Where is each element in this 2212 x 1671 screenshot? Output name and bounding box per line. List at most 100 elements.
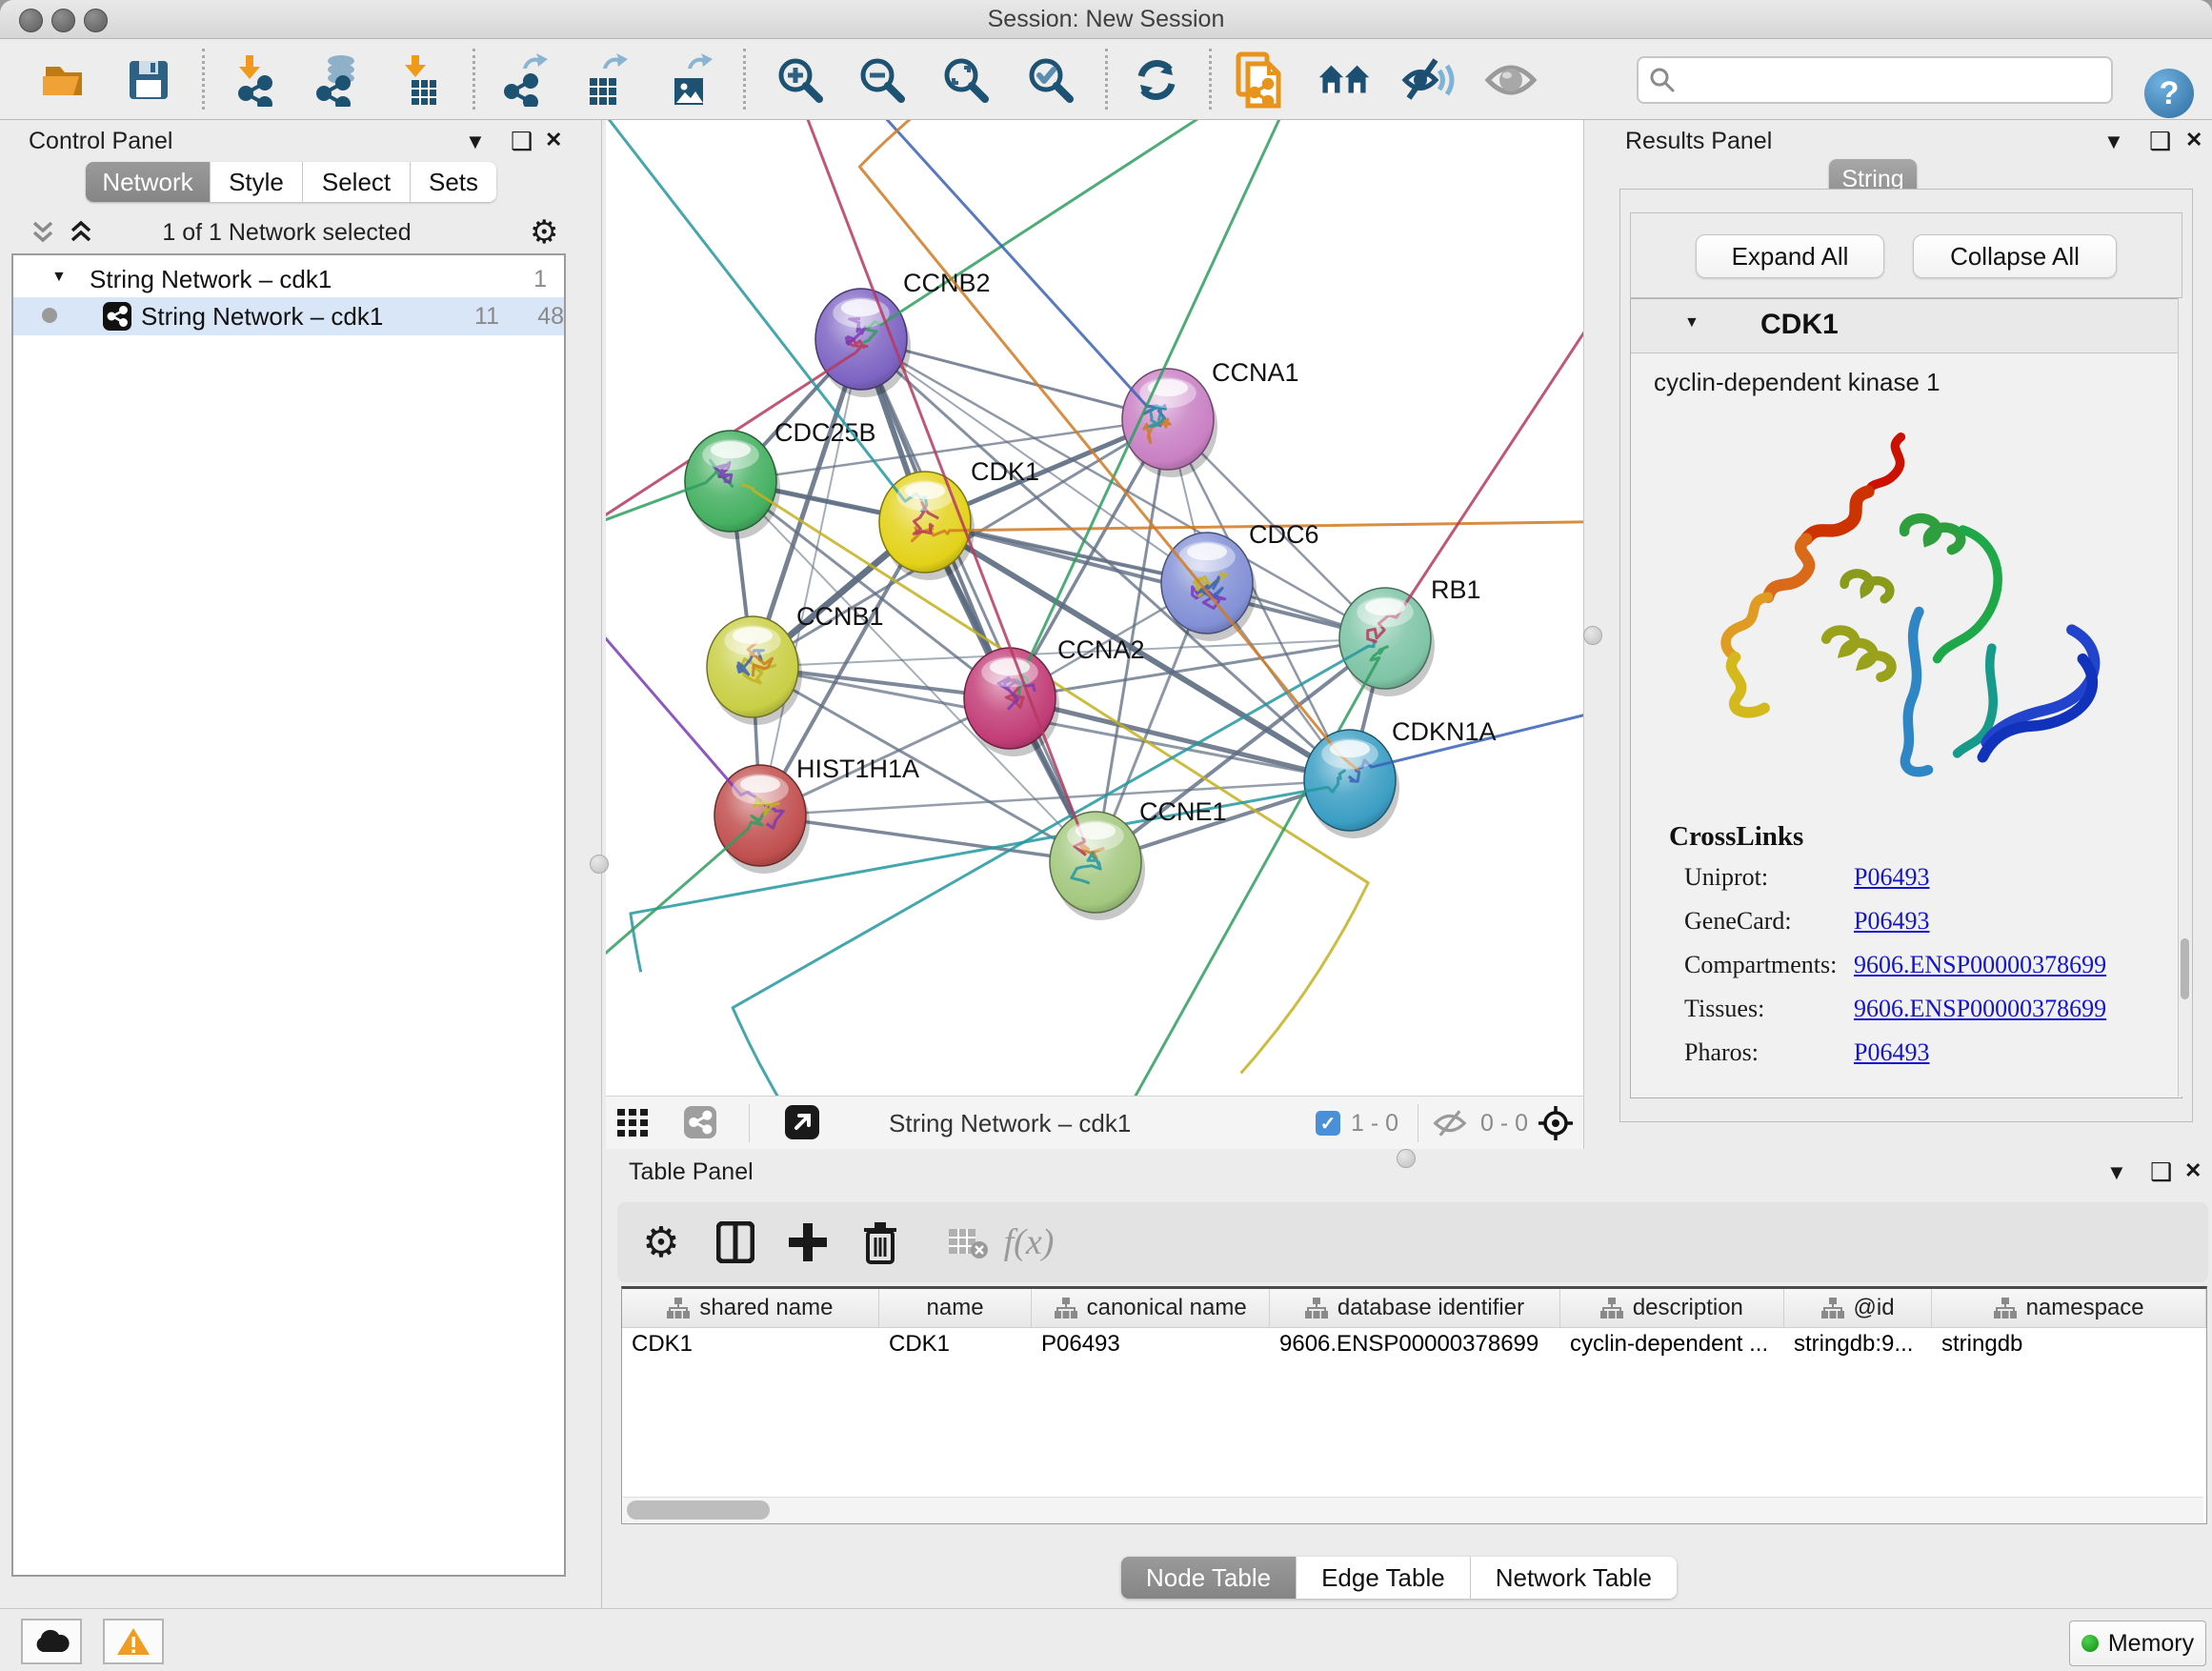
node-label-CDK1: CDK1	[971, 457, 1039, 486]
network-row[interactable]: String Network – cdk1 11 48	[13, 297, 564, 335]
copy-network-button[interactable]	[1233, 53, 1286, 107]
collection-expand-icon[interactable]: ▼	[51, 269, 67, 286]
table-cell[interactable]: P06493	[1032, 1327, 1270, 1361]
tab-node-table[interactable]: Node Table	[1121, 1557, 1297, 1599]
panel-close-icon[interactable]: ✕	[2184, 1158, 2202, 1183]
table-scrollbar-thumb[interactable]	[627, 1500, 770, 1520]
tab-sets[interactable]: Sets	[411, 162, 496, 202]
gene-section-header[interactable]: ▼ CDK1	[1631, 299, 2182, 353]
table-cell[interactable]: 9606.ENSP00000378699	[1270, 1327, 1560, 1361]
export-image-button[interactable]	[663, 53, 716, 107]
export-network-button[interactable]	[498, 53, 552, 107]
table-cell[interactable]: stringdb	[1932, 1327, 2206, 1361]
import-network-file-button[interactable]	[231, 53, 284, 107]
column-header-namespace[interactable]: namespace	[1932, 1289, 2206, 1327]
open-in-new-window-icon[interactable]	[785, 1105, 819, 1139]
table-horizontal-scrollbar[interactable]	[623, 1497, 2203, 1522]
zoom-selected-icon	[1026, 55, 1076, 105]
column-header-shared-name[interactable]: shared name	[622, 1289, 879, 1327]
panel-menu-icon[interactable]: ▼	[2106, 1160, 2127, 1185]
gene-section: ▼ CDK1 cyclin-dependent kinase 1	[1630, 298, 2182, 1098]
network-options-gear-icon[interactable]: ⚙	[530, 213, 558, 252]
panel-float-icon[interactable]: ❑	[2149, 127, 2171, 156]
crosslink-link[interactable]: P06493	[1854, 1038, 1929, 1066]
tab-select[interactable]: Select	[303, 162, 411, 202]
refresh-button[interactable]	[1130, 53, 1183, 107]
zoom-out-button[interactable]	[855, 53, 909, 107]
network-edge-CCNB2-HIST1H1A[interactable]	[760, 339, 861, 815]
gray-eye-button[interactable]	[1484, 53, 1538, 107]
houses-icon	[1317, 58, 1371, 102]
network-tree: ▼ String Network – cdk1 1 String Network…	[11, 253, 566, 1577]
column-header-canonical-name[interactable]: canonical name	[1032, 1289, 1270, 1327]
save-floppy-icon	[126, 57, 171, 103]
network-share-icon[interactable]	[684, 1106, 716, 1138]
crosslink-link[interactable]: P06493	[1854, 863, 1929, 891]
panel-close-icon[interactable]: ✕	[545, 128, 562, 152]
network-edge-CCNB2-CCNE1[interactable]	[861, 339, 1096, 862]
string-home-button[interactable]	[1317, 53, 1371, 107]
cloud-button[interactable]	[21, 1619, 82, 1664]
panel-float-icon[interactable]: ❑	[2150, 1158, 2172, 1187]
table-row[interactable]: CDK1CDK1P064939606.ENSP00000378699cyclin…	[622, 1327, 2206, 1361]
expand-all-button[interactable]: Expand All	[1696, 234, 1884, 278]
delete-column-trash-icon[interactable]	[854, 1216, 907, 1269]
import-network-database-button[interactable]	[309, 53, 362, 107]
add-column-icon[interactable]	[781, 1216, 835, 1269]
network-collection-row[interactable]: ▼ String Network – cdk1 1	[13, 263, 564, 297]
table-cell[interactable]: stringdb:9...	[1784, 1327, 1932, 1361]
table-cell[interactable]: CDK1	[879, 1327, 1032, 1361]
tab-network[interactable]: Network	[86, 162, 211, 202]
results-scrollbar[interactable]	[2178, 298, 2192, 1097]
column-header-description[interactable]: description	[1560, 1289, 1784, 1327]
right-splitter-grip[interactable]	[1583, 626, 1602, 645]
zoom-fit-button[interactable]	[939, 53, 993, 107]
toolbar-separator	[202, 49, 205, 110]
memory-button[interactable]: Memory	[2069, 1621, 2206, 1666]
collapse-all-button[interactable]: Collapse All	[1913, 234, 2117, 278]
search-input[interactable]	[1680, 62, 2103, 96]
hide-glass-button[interactable]	[1401, 53, 1455, 107]
results-scrollbar-thumb[interactable]	[2181, 938, 2189, 999]
save-session-button[interactable]	[122, 53, 175, 107]
tab-network-table[interactable]: Network Table	[1471, 1557, 1677, 1599]
left-splitter-grip[interactable]	[590, 855, 609, 874]
zoom-in-button[interactable]	[774, 53, 827, 107]
selected-checkbox-icon[interactable]: ✓	[1316, 1111, 1340, 1136]
zoom-selected-button[interactable]	[1024, 53, 1077, 107]
panel-close-icon[interactable]: ✕	[2185, 128, 2202, 152]
hidden-eye-icon[interactable]	[1433, 1110, 1467, 1137]
table-cell[interactable]: CDK1	[622, 1327, 879, 1361]
crosslink-link[interactable]: P06493	[1854, 907, 1929, 935]
warning-button[interactable]	[103, 1619, 164, 1664]
panel-float-icon[interactable]: ❑	[511, 127, 533, 156]
import-table-button[interactable]	[396, 53, 450, 107]
crosshair-icon[interactable]	[1538, 1105, 1574, 1141]
panel-menu-icon[interactable]: ▼	[2103, 130, 2124, 154]
crosslink-link[interactable]: 9606.ENSP00000378699	[1854, 951, 2106, 978]
crosslink-link[interactable]: 9606.ENSP00000378699	[1854, 995, 2106, 1022]
tab-style[interactable]: Style	[211, 162, 303, 202]
network-node-CCNA1[interactable]	[640, 120, 1217, 477]
network-node-CDC6[interactable]	[1161, 533, 1257, 641]
birdseye-grid-icon[interactable]	[617, 1109, 650, 1137]
column-header--id[interactable]: @id	[1784, 1289, 1932, 1327]
column-header-name[interactable]: name	[879, 1289, 1032, 1327]
network-canvas[interactable]: CCNB2CCNA1CDC25BCDK1CDC6RB1CCNB1CCNA2CDK…	[606, 120, 1584, 1096]
horizontal-splitter-grip[interactable]	[1397, 1149, 1416, 1168]
import-network-icon	[232, 53, 282, 107]
network-node-CCNB1[interactable]	[707, 616, 802, 725]
section-collapse-icon[interactable]: ▼	[1684, 314, 1699, 332]
show-columns-icon[interactable]	[709, 1216, 762, 1269]
export-table-button[interactable]	[578, 53, 632, 107]
delete-table-icon-disabled	[941, 1216, 995, 1269]
open-file-button[interactable]	[38, 53, 91, 107]
tab-edge-table[interactable]: Edge Table	[1297, 1557, 1471, 1599]
panel-menu-icon[interactable]: ▼	[465, 130, 486, 154]
table-cell[interactable]: cyclin-dependent ...	[1560, 1327, 1784, 1361]
table-settings-gear-icon[interactable]: ⚙	[634, 1216, 688, 1269]
function-builder-icon: f(x)	[1002, 1216, 1056, 1269]
help-button[interactable]: ?	[2144, 69, 2194, 118]
export-table-icon	[580, 53, 630, 107]
column-header-database-identifier[interactable]: database identifier	[1270, 1289, 1560, 1327]
